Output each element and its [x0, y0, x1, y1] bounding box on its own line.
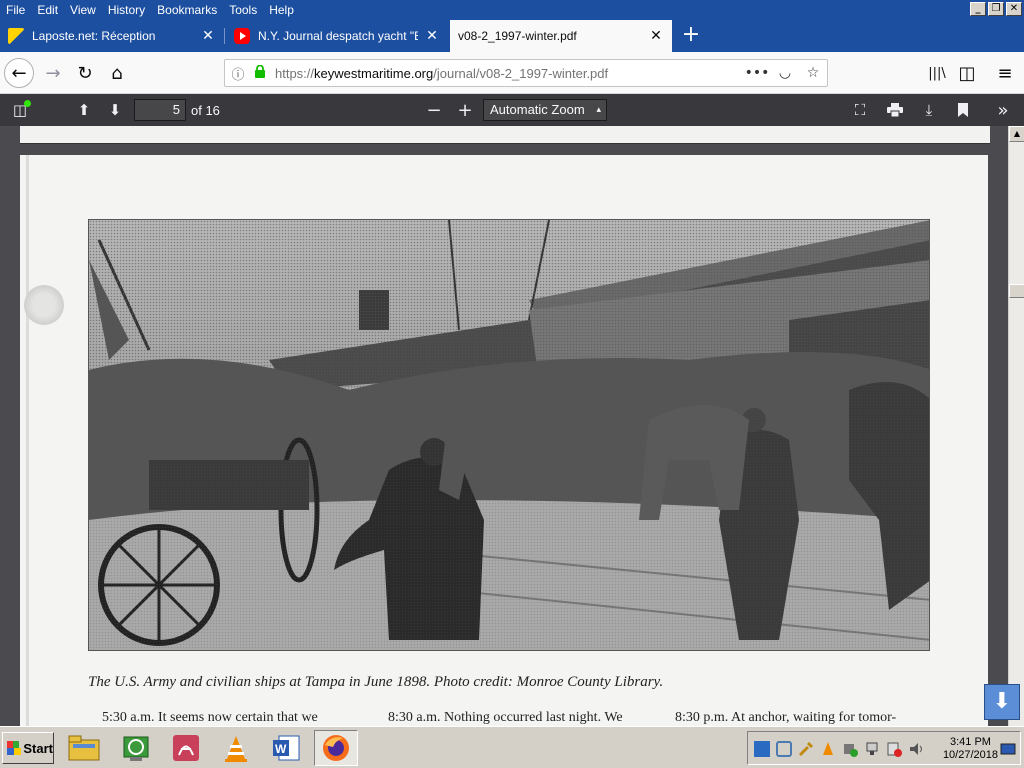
url-host: keywestmaritime.org	[314, 65, 434, 81]
previous-page-edge	[20, 126, 990, 144]
hamburger-menu-icon[interactable]: ≡	[990, 58, 1020, 88]
acrobat-icon[interactable]	[164, 730, 208, 766]
zoom-out-button[interactable]: −	[422, 98, 446, 122]
close-tab-icon[interactable]: ✕	[648, 28, 664, 44]
photo-caption: The U.S. Army and civilian ships at Tamp…	[88, 674, 664, 690]
youtube-favicon-icon	[234, 28, 250, 44]
navigation-bar: ← → ↻ ⌂ ⓘ https://keywestmaritime.org/jo…	[0, 52, 1024, 94]
start-label: Start	[23, 740, 53, 756]
zoom-in-button[interactable]: +	[453, 98, 477, 122]
page-actions-icon[interactable]: •••	[743, 65, 771, 81]
close-tab-icon[interactable]: ✕	[424, 28, 440, 44]
menu-help[interactable]: Help	[263, 0, 300, 20]
bookmark-icon[interactable]	[951, 98, 975, 122]
show-desktop-icon[interactable]	[1000, 741, 1016, 757]
reload-button[interactable]: ↻	[70, 58, 100, 88]
tools-menu-icon[interactable]: »	[991, 98, 1015, 122]
pdf-page: The U.S. Army and civilian ships at Tamp…	[20, 155, 988, 726]
tab-separator	[224, 28, 225, 44]
url-bar[interactable]: ⓘ https://keywestmaritime.org/journal/v0…	[224, 59, 828, 87]
tab-title: v08-2_1997-winter.pdf	[458, 29, 577, 43]
svg-text:W: W	[275, 742, 287, 756]
page-count-label: of 16	[191, 103, 220, 118]
maximize-button[interactable]: ❐	[988, 2, 1004, 16]
url-scheme: https://	[275, 65, 315, 81]
tab-pdf-active[interactable]: v08-2_1997-winter.pdf ✕	[450, 20, 672, 52]
notification-dot	[24, 100, 31, 107]
menu-view[interactable]: View	[64, 0, 102, 20]
scroll-thumb[interactable]	[1009, 284, 1024, 298]
sidebar-icon[interactable]: ◫	[952, 58, 982, 88]
vlc-tray-icon[interactable]	[820, 741, 836, 757]
menu-bar: File Edit View History Bookmarks Tools H…	[0, 0, 1024, 20]
tools-tray-icon[interactable]	[798, 741, 814, 757]
pdf-viewer[interactable]: The U.S. Army and civilian ships at Tamp…	[0, 126, 1008, 726]
back-button[interactable]: ←	[4, 58, 34, 88]
minimize-button[interactable]: _	[970, 2, 986, 16]
update-tray-icon[interactable]	[886, 741, 902, 757]
lock-icon	[251, 64, 269, 81]
zoom-value: Automatic Zoom	[490, 102, 585, 117]
presentation-mode-icon[interactable]: ⛶	[848, 98, 872, 122]
window-controls: _ ❐ ✕	[970, 2, 1022, 16]
tab-strip: Laposte.net: Réception ✕ N.Y. Journal de…	[0, 20, 1024, 52]
hole-punch-mark	[24, 285, 64, 325]
vertical-scrollbar[interactable]: ▲	[1008, 126, 1024, 726]
floating-download-button[interactable]: ⬇	[984, 684, 1020, 720]
text-column-2: 8:30 a.m. Nothing occurred last night. W…	[388, 710, 623, 725]
download-icon[interactable]: ⤓	[917, 98, 941, 122]
menu-edit[interactable]: Edit	[31, 0, 64, 20]
forward-button[interactable]: →	[38, 58, 68, 88]
page-number-input[interactable]: 5	[134, 99, 186, 121]
new-tab-button[interactable]: +	[679, 24, 703, 48]
menu-file[interactable]: File	[0, 0, 31, 20]
security-tray-icon[interactable]	[842, 741, 858, 757]
url-text[interactable]: https://keywestmaritime.org/journal/v08-…	[269, 66, 743, 81]
historical-photo	[88, 219, 930, 651]
previous-page-button[interactable]: ⬆	[72, 98, 96, 122]
taskbar: Start W 3:41 PM 10/27/2018	[0, 726, 1024, 768]
next-page-button[interactable]: ⬇	[103, 98, 127, 122]
text-column-3: 8:30 p.m. At anchor, waiting for tomor-	[675, 710, 897, 725]
network-drive-icon[interactable]	[754, 741, 770, 757]
clock-date: 10/27/2018	[942, 749, 998, 761]
text-column-1: 5:30 a.m. It seems now certain that we	[102, 710, 318, 725]
clock-time: 3:41 PM	[949, 736, 991, 748]
clock[interactable]: 3:41 PM 10/27/2018	[943, 736, 998, 762]
pocket-icon[interactable]: ◡	[771, 65, 799, 81]
tab-youtube[interactable]: N.Y. Journal despatch yacht "Bucc ✕	[226, 20, 448, 52]
windows-logo-icon	[7, 741, 22, 755]
laposte-favicon-icon	[8, 28, 24, 44]
close-tab-icon[interactable]: ✕	[200, 28, 216, 44]
dropbox-icon[interactable]	[776, 741, 792, 757]
pdf-toolbar: ◫ ⬆ ⬇ 5 of 16 − + Automatic Zoom ▴▾ ⛶ ⤓ …	[0, 94, 1024, 135]
site-info-icon[interactable]: ⓘ	[225, 64, 251, 83]
menu-bookmarks[interactable]: Bookmarks	[151, 0, 223, 20]
menu-tools[interactable]: Tools	[223, 0, 263, 20]
library-icon[interactable]: |||\	[922, 58, 952, 88]
print-icon[interactable]	[883, 98, 907, 122]
bookmark-star-icon[interactable]: ☆	[799, 65, 827, 81]
tab-title: Laposte.net: Réception	[32, 29, 156, 43]
start-button[interactable]: Start	[2, 732, 54, 764]
page-edge-shadow	[26, 155, 29, 726]
menu-history[interactable]: History	[102, 0, 151, 20]
system-tray: 3:41 PM 10/27/2018	[747, 731, 1021, 765]
tab-laposte[interactable]: Laposte.net: Réception ✕	[0, 20, 224, 52]
vlc-icon[interactable]	[214, 730, 258, 766]
zoom-select[interactable]: Automatic Zoom ▴▾	[483, 99, 607, 135]
scroll-up-button[interactable]: ▲	[1009, 126, 1024, 142]
close-window-button[interactable]: ✕	[1006, 2, 1022, 16]
tab-title: N.Y. Journal despatch yacht "Bucc	[258, 29, 418, 43]
network-tray-icon[interactable]	[864, 741, 880, 757]
word-icon[interactable]: W	[264, 730, 308, 766]
file-manager-icon[interactable]	[62, 730, 106, 766]
sync-tool-icon[interactable]	[114, 730, 158, 766]
volume-icon[interactable]	[908, 741, 924, 757]
firefox-icon[interactable]	[314, 730, 358, 766]
home-button[interactable]: ⌂	[102, 58, 132, 88]
url-path: /journal/v08-2_1997-winter.pdf	[433, 65, 609, 81]
